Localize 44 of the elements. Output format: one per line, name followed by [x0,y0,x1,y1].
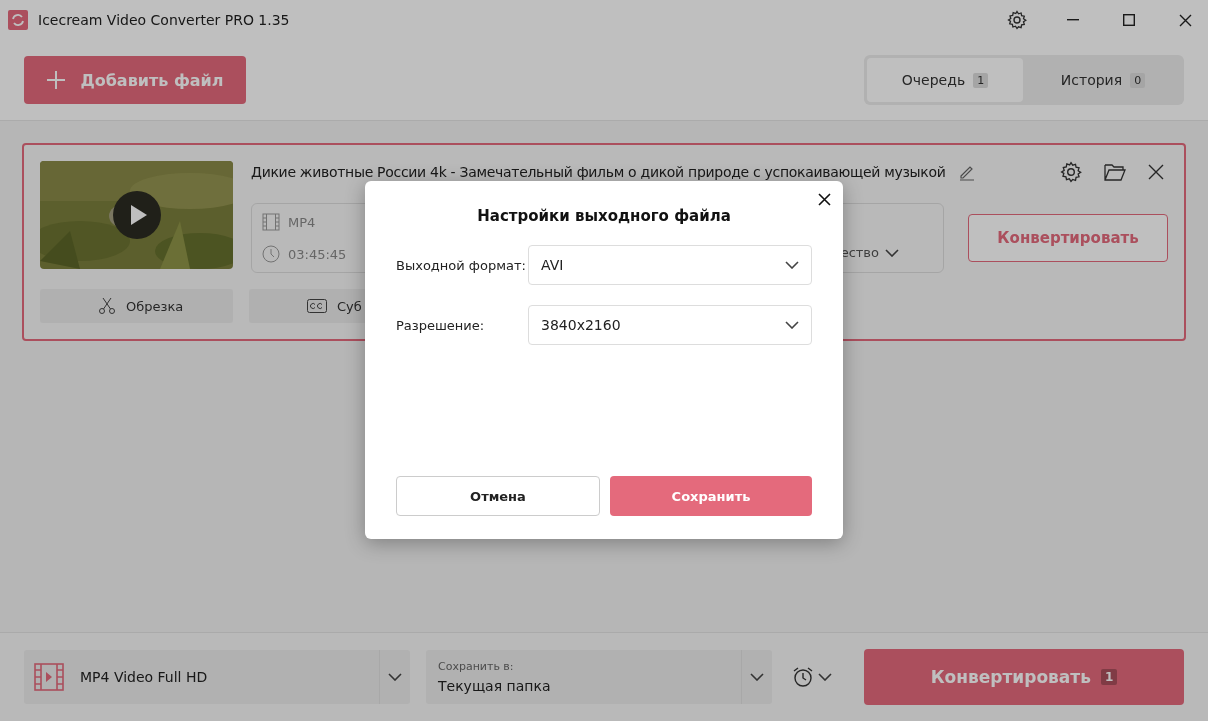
preset-dropdown[interactable]: MP4 Video Full HD [24,650,410,704]
alarm-clock-icon [792,666,814,688]
dialog-title: Настройки выходного файла [477,207,731,225]
save-to-value: Текущая папка [438,678,552,694]
app-logo-icon [8,10,28,30]
plus-icon [46,70,67,90]
settings-icon[interactable] [1060,161,1082,183]
film-icon [34,663,64,691]
close-icon[interactable] [1148,164,1164,180]
minimize-icon[interactable] [1067,19,1079,21]
settings-icon[interactable] [1007,10,1027,30]
close-icon[interactable] [1178,13,1192,27]
select-field[interactable]: 3840x2160 [528,305,812,345]
count-badge: 0 [1130,72,1146,88]
close-icon[interactable] [818,193,831,206]
quality-dropdown[interactable]: ество [840,245,899,260]
cancel-button[interactable]: Отмена [396,476,600,516]
count-badge: 1 [973,72,989,88]
preset-label: MP4 Video Full HD [80,669,209,685]
chevron-down-icon [885,248,899,257]
chevron-down-icon [785,261,799,269]
file-title: Дикие животные России 4k - Замечательный фильм о дикой природе с успокаивающей музыкой [251,164,946,180]
play-icon[interactable] [113,191,161,239]
select-field[interactable]: AVI [528,245,812,285]
save-to-label: Сохранить в: [438,660,515,673]
chevron-down-icon [785,321,799,329]
subtitles-icon [307,299,327,313]
tab[interactable]: История 0 [1025,58,1181,102]
scissors-icon [98,297,116,315]
chevron-down-icon [750,673,764,681]
chevron-down-icon [818,673,832,681]
format-label: MP4 [262,213,347,231]
convert-all-button[interactable]: Конвертировать 1 [864,649,1184,705]
chevron-down-icon [388,673,402,681]
trim-button[interactable]: Обрезка [40,289,233,323]
tab[interactable]: Очередь 1 [867,58,1023,102]
field-label: Выходной формат: [396,257,527,273]
save-location-dropdown[interactable]: Сохранить в: Текущая папка [426,650,772,704]
film-icon [262,213,280,231]
maximize-icon[interactable] [1123,14,1135,26]
clock-icon [262,245,280,263]
folder-icon[interactable] [1104,163,1126,181]
window-title: Icecream Video Converter PRO 1.35 [38,12,291,28]
duration-label: 03:45:45 [262,245,347,263]
